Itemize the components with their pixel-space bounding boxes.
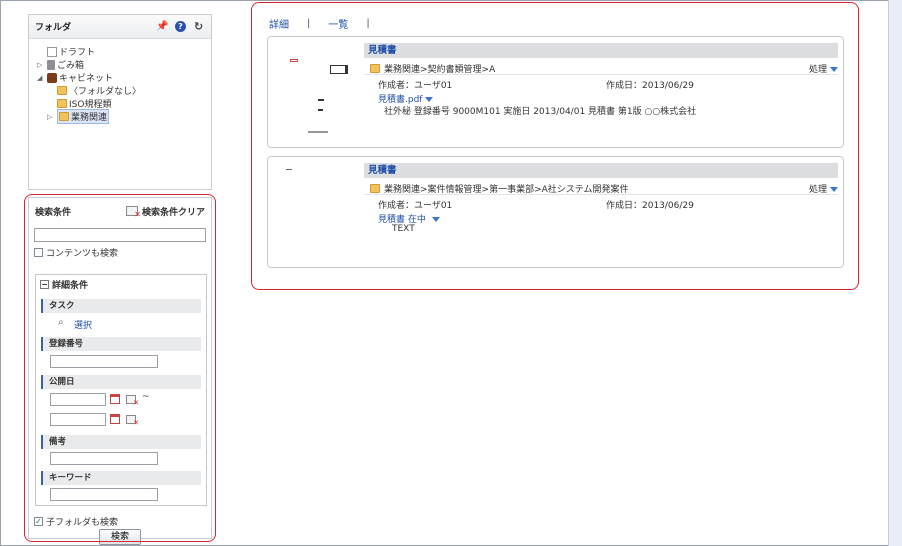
vertical-scrollbar[interactable] (888, 0, 902, 546)
tree-item-draft[interactable]: ドラフト (37, 45, 211, 58)
tree-item-no-folder[interactable]: 〈フォルダなし〉 (37, 84, 211, 97)
expand-icon[interactable]: ▷ (47, 113, 57, 121)
selected-folder[interactable]: 業務関連 (57, 109, 110, 124)
tree-item-cabinet[interactable]: ◢ キャビネット (37, 71, 211, 84)
tree-item-label: キャビネット (59, 74, 114, 84)
refresh-icon[interactable]: ↻ (194, 21, 205, 32)
collapse-icon[interactable]: ◢ (37, 74, 47, 82)
tree-item-label: ドラフト (59, 48, 96, 58)
folder-icon (57, 86, 67, 95)
tree-item-business[interactable]: ▷ 業務関連 (37, 109, 211, 124)
tree-item-trash[interactable]: ▷ ごみ箱 (37, 58, 211, 71)
tree-item-label: 業務関連 (71, 113, 108, 123)
folder-icon (57, 99, 67, 108)
highlight-search-conditions (24, 194, 216, 542)
draft-icon (47, 46, 57, 57)
folder-panel: フォルダ 📌 ? ↻ ドラフト ▷ ごみ箱 ◢ キャビネット 〈フォルダなし〉 … (28, 14, 212, 190)
tree-item-label: 〈フォルダなし〉 (69, 87, 142, 97)
folder-tree: ドラフト ▷ ごみ箱 ◢ キャビネット 〈フォルダなし〉 ISO規程類 ▷ 業務… (29, 39, 211, 124)
pin-icon[interactable]: 📌 (156, 21, 168, 32)
help-icon[interactable]: ? (175, 21, 186, 32)
cabinet-icon (47, 72, 57, 83)
tree-item-label: ごみ箱 (57, 61, 85, 71)
expand-icon[interactable]: ▷ (37, 61, 47, 69)
folder-panel-header: フォルダ 📌 ? ↻ (29, 15, 211, 39)
folder-icon (59, 112, 69, 121)
highlight-results (251, 2, 859, 290)
trash-icon (47, 59, 55, 70)
folder-panel-title: フォルダ (35, 23, 72, 33)
